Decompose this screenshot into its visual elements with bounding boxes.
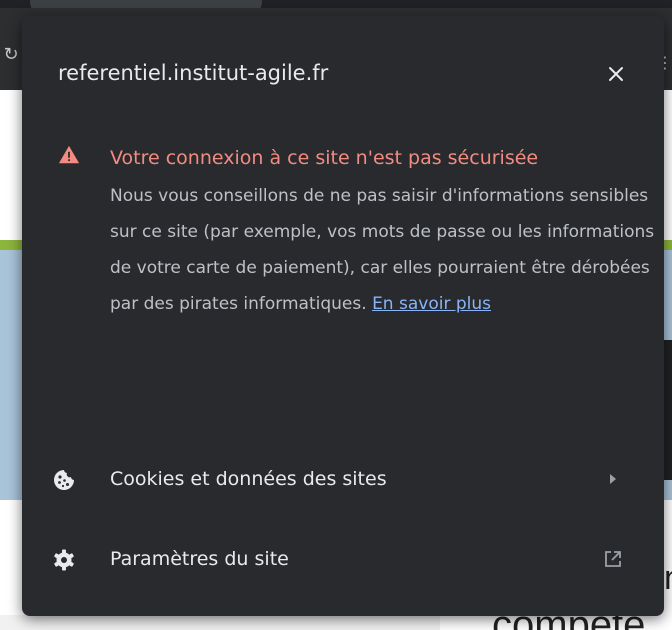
popup-header: referentiel.institut-agile.fr	[22, 16, 664, 134]
close-button[interactable]	[600, 58, 632, 90]
site-info-popup: referentiel.institut-agile.fr Votre conn…	[22, 16, 664, 616]
warning-icon	[58, 145, 80, 164]
site-settings-label: Paramètres du site	[110, 548, 289, 570]
site-settings-item[interactable]: Paramètres du site	[22, 528, 664, 590]
chevron-right-icon	[610, 474, 616, 484]
learn-more-link[interactable]: En savoir plus	[372, 294, 491, 314]
cookies-site-data-item[interactable]: Cookies et données des sites	[22, 448, 664, 510]
toolbar-icon-left[interactable]: ↻	[0, 44, 22, 66]
page-heading-fragment-right: n	[664, 560, 672, 596]
site-domain-title: referentiel.institut-agile.fr	[58, 61, 329, 85]
gear-icon	[54, 549, 74, 571]
warning-description: Nous vous conseillons de ne pas saisir d…	[110, 178, 660, 322]
cookies-item-label: Cookies et données des sites	[110, 468, 387, 490]
open-in-new-icon	[605, 551, 621, 567]
warning-title: Votre connexion à ce site n'est pas sécu…	[110, 147, 539, 169]
close-icon	[609, 67, 623, 81]
page-content-strip	[0, 615, 440, 630]
cookie-icon	[54, 470, 74, 490]
